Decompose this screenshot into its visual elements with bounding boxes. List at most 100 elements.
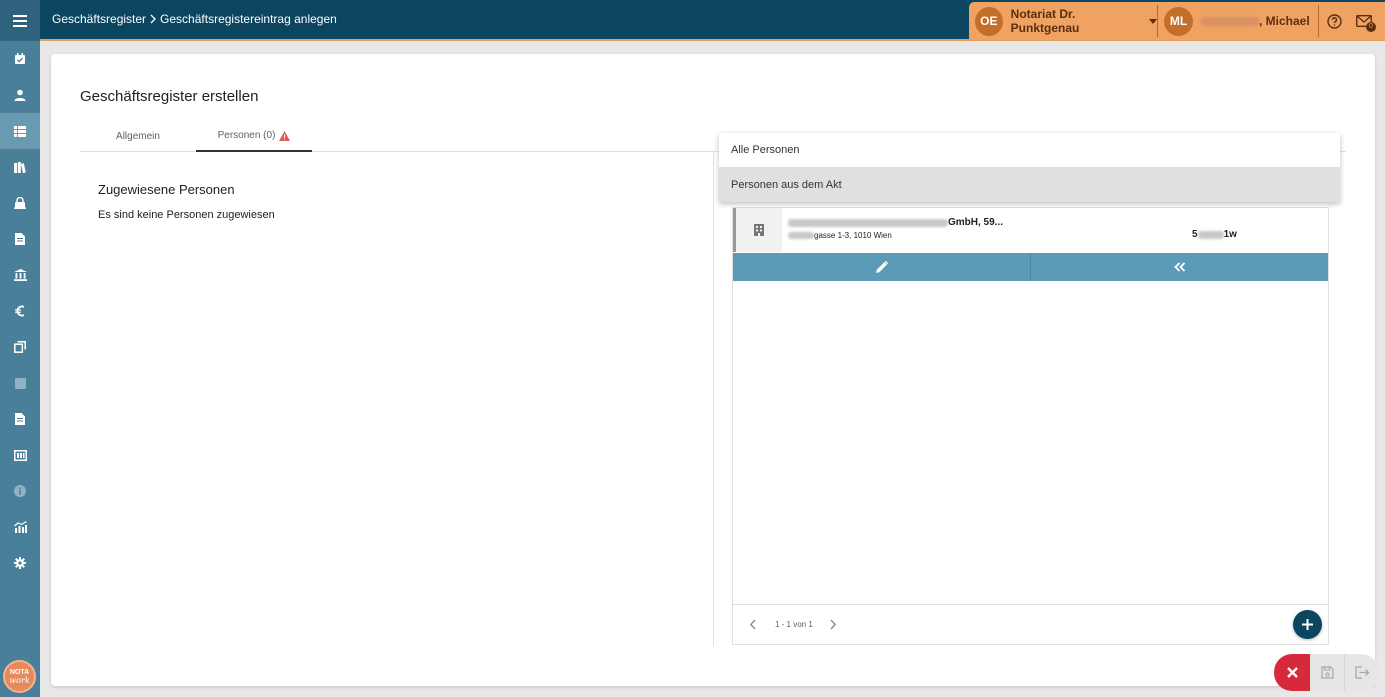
pagination-info: 1 - 1 von 1 [775,620,813,629]
redacted-street [788,232,814,239]
user-name-suffix: , Michael [1259,14,1310,28]
books-icon [13,161,26,173]
user-avatar: ML [1164,6,1193,36]
person-name: GmbH, 59... [788,217,1192,228]
user-menu[interactable]: ML , Michael [1158,6,1318,36]
assign-person-button[interactable] [1030,253,1328,281]
list-icon [14,125,26,137]
building-icon [754,224,764,236]
section-title: Zugewiesene Personen [98,182,235,197]
messages-button[interactable]: 0 [1349,2,1379,40]
sidebar-item-disabled[interactable] [0,365,40,401]
dropdown-item-personen-aus-akt[interactable]: Personen aus dem Akt [719,167,1340,202]
tab-personen[interactable]: Personen (0) [196,121,312,152]
save-button[interactable] [1310,654,1344,691]
mail-badge: 0 [1366,22,1376,32]
help-button[interactable] [1319,2,1349,40]
redacted-person-name [788,218,948,227]
floppy-icon [1320,666,1334,679]
logo-text-bottom: work [9,675,30,685]
document-icon [15,233,25,245]
user-name: , Michael [1201,14,1310,28]
sidebar-item-info[interactable] [0,473,40,509]
org-selector[interactable]: OE Notariat Dr. Punktgenau [969,2,1157,40]
breadcrumb-current: Geschäftsregistereintrag anlegen [160,12,337,26]
next-page-button[interactable] [825,617,841,633]
cancel-button[interactable] [1274,654,1310,691]
pencil-icon [875,261,888,273]
sidebar-item-persons[interactable] [0,77,40,113]
list-item[interactable]: GmbH, 59... gasse 1-3, 1010 Wien 5 1w [733,208,1328,252]
exit-icon [1354,666,1369,679]
double-chevron-left-icon [1173,262,1185,272]
person-info: GmbH, 59... gasse 1-3, 1010 Wien [782,208,1192,252]
sidebar-item-safe[interactable] [0,185,40,221]
sidebar-item-calendar[interactable] [0,41,40,77]
copy-icon [14,341,26,353]
person-address-suffix: gasse 1-3, 1010 Wien [814,231,892,240]
previous-page-button[interactable] [745,617,761,633]
column-divider [713,152,714,646]
person-list-panel: GmbH, 59... gasse 1-3, 1010 Wien 5 1w 1 … [732,207,1329,645]
tab-personen-label: Personen (0) [217,130,276,141]
top-bar: Geschäftsregister Geschäftsregistereintr… [40,0,1385,41]
chevron-left-icon [749,619,756,630]
square-icon [14,377,26,389]
add-person-button[interactable] [1293,610,1322,639]
breadcrumb-parent[interactable]: Geschäftsregister [52,12,146,26]
person-id-suffix: 1w [1223,229,1237,240]
bank-icon [13,269,27,281]
user-area: OE Notariat Dr. Punktgenau ML , Michael … [969,2,1385,40]
page-title: Geschäftsregister erstellen [80,88,259,105]
file-icon [15,413,25,425]
sidebar-item-documents[interactable] [0,221,40,257]
pagination: 1 - 1 von 1 [733,604,1328,644]
menu-icon [13,14,27,27]
info-icon [14,485,26,497]
breadcrumb: Geschäftsregister Geschäftsregistereintr… [52,12,337,26]
person-action-bar [733,253,1328,281]
edit-person-button[interactable] [733,253,1030,281]
org-name: Notariat Dr. Punktgenau [1010,7,1080,35]
sidebar-item-files[interactable] [0,401,40,437]
form-actions [1274,654,1379,691]
lock-icon [14,197,26,209]
sidebar-item-settings[interactable] [0,545,40,581]
sidebar: NOTA work [0,0,40,697]
sidebar-item-library[interactable] [0,149,40,185]
redacted-user-surname [1201,16,1259,26]
dropdown-item-alle-personen[interactable]: Alle Personen [719,133,1340,167]
sidebar-item-schedule[interactable] [0,437,40,473]
person-icon [14,89,26,101]
close-icon [1286,667,1298,678]
sidebar-nav [0,41,40,581]
main-card: Geschäftsregister erstellen Allgemein Pe… [51,54,1375,686]
person-address: gasse 1-3, 1010 Wien [788,231,1192,240]
chevron-right-icon [830,619,836,630]
tab-allgemein-label: Allgemein [116,131,160,142]
menu-button[interactable] [0,0,40,41]
sidebar-item-register[interactable] [0,113,40,149]
person-type-cell [736,208,782,252]
help-icon [1326,13,1342,29]
person-source-dropdown: Alle Personen Personen aus dem Akt [719,133,1340,202]
calendar-check-icon [15,53,25,64]
chevron-right-icon [150,14,156,24]
sidebar-item-copies[interactable] [0,329,40,365]
timeline-icon [13,449,27,461]
person-id-prefix: 5 [1192,229,1198,240]
sidebar-item-statistics[interactable] [0,509,40,545]
sidebar-item-bank[interactable] [0,257,40,293]
save-and-exit-button[interactable] [1344,654,1379,691]
tab-allgemein[interactable]: Allgemein [80,121,196,152]
redacted-id [1197,230,1224,239]
euro-icon [15,305,25,317]
sidebar-item-finance[interactable] [0,293,40,329]
warning-icon [279,130,291,141]
org-avatar: OE [975,6,1003,36]
caret-down-icon [1149,18,1157,24]
nota-work-logo[interactable]: NOTA work [3,660,36,693]
plus-icon [1302,619,1313,630]
chart-icon [13,521,27,533]
person-id: 5 1w [1192,208,1237,252]
